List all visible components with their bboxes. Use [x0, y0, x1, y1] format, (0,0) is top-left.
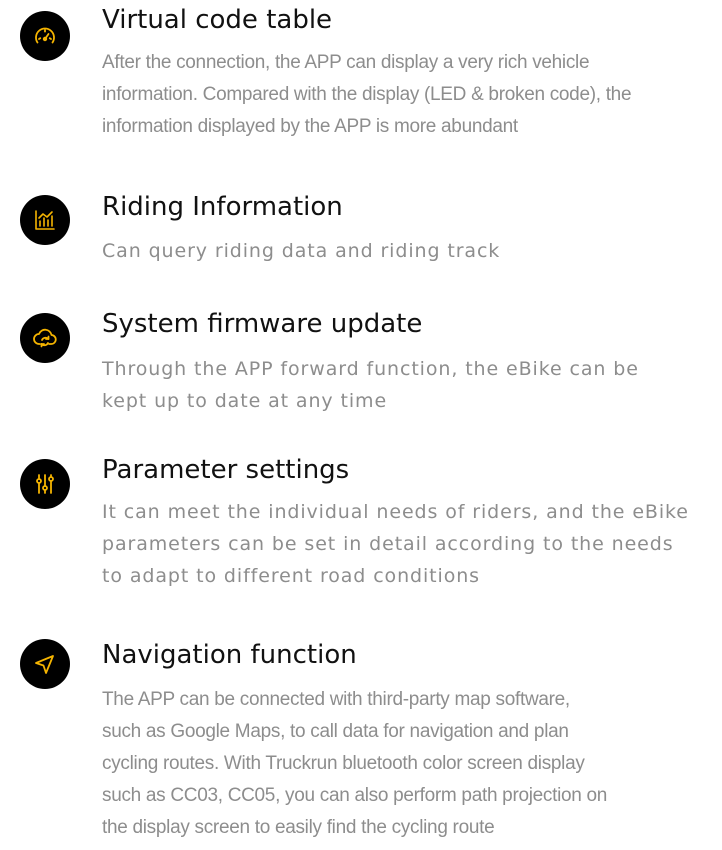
- feature-title: Virtual code table: [102, 5, 333, 35]
- description-line: such as Google Maps, to call data for na…: [102, 721, 569, 742]
- cloud-sync-icon: [20, 313, 70, 363]
- description-line: Can query riding data and riding track: [102, 240, 501, 262]
- chart-icon: [20, 195, 70, 245]
- description-line: the display screen to easily find the cy…: [102, 817, 495, 838]
- feature-description: Can query riding data and riding track: [102, 235, 712, 267]
- speedometer-icon: [20, 11, 70, 61]
- description-line: Through the APP forward function, the eB…: [102, 358, 639, 380]
- description-line: information displayed by the APP is more…: [102, 116, 518, 137]
- feature-description: The APP can be connected with third-part…: [102, 684, 712, 844]
- description-line: such as CC03, CC05, you can also perform…: [102, 785, 608, 806]
- feature-title: System firmware update: [102, 309, 423, 339]
- description-line: to adapt to different road conditions: [102, 565, 480, 587]
- navigation-arrow-icon: [20, 639, 70, 689]
- description-line: cycling routes. With Truckrun bluetooth …: [102, 753, 585, 774]
- feature-description: After the connection, the APP can displa…: [102, 47, 712, 143]
- description-line: After the connection, the APP can displa…: [102, 52, 590, 73]
- description-line: parameters can be set in detail accordin…: [102, 533, 674, 555]
- feature-description: Through the APP forward function, the eB…: [102, 353, 712, 417]
- description-line: kept up to date at any time: [102, 390, 388, 412]
- description-line: information. Compared with the display (…: [102, 84, 632, 105]
- description-line: The APP can be connected with third-part…: [102, 689, 570, 710]
- feature-title: Navigation function: [102, 640, 357, 670]
- feature-title: Riding Information: [102, 192, 343, 222]
- feature-description: It can meet the individual needs of ride…: [102, 496, 712, 592]
- feature-list: Virtual code table After the connection,…: [0, 0, 722, 850]
- sliders-icon: [20, 459, 70, 509]
- feature-title: Parameter settings: [102, 455, 350, 485]
- description-line: It can meet the individual needs of ride…: [102, 501, 689, 523]
